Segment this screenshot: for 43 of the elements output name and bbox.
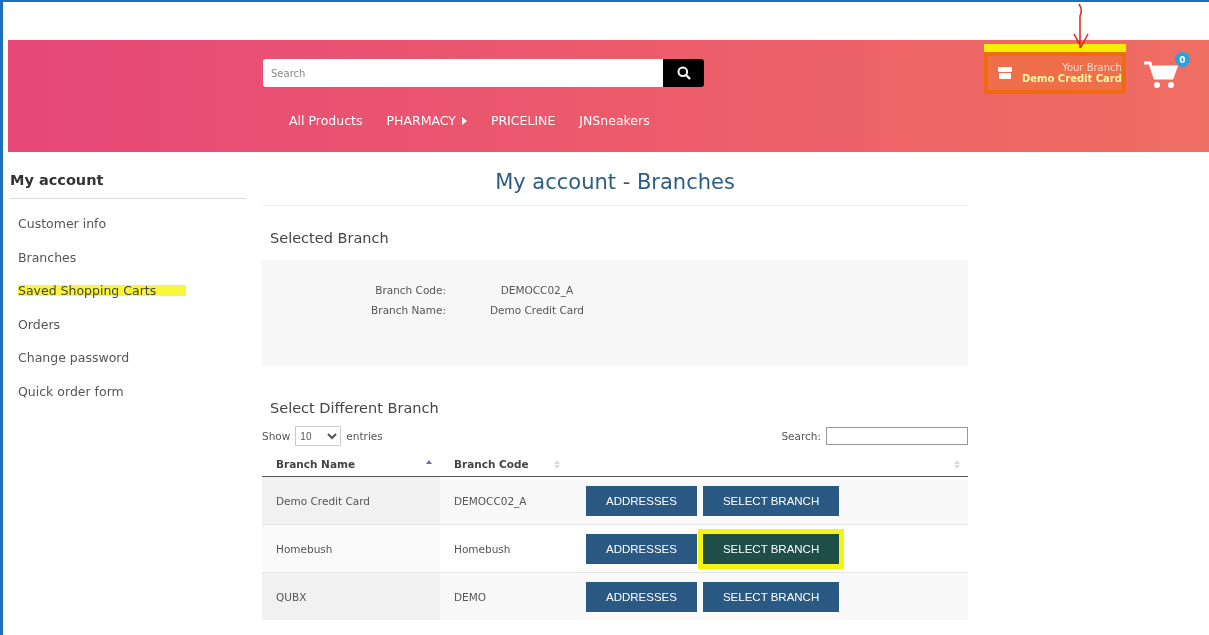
section-heading: Selected Branch xyxy=(269,229,390,246)
select-branch-button[interactable]: SELECT BRANCH xyxy=(702,485,840,516)
branch-name: Demo Credit Card xyxy=(1022,73,1122,84)
search-icon xyxy=(676,66,691,80)
section-heading: Select Different Branch xyxy=(269,399,440,416)
sidebar-link[interactable]: Customer info xyxy=(18,216,107,231)
table-cell: Demo Credit Card xyxy=(276,494,370,507)
sidebar-link[interactable]: Branches xyxy=(18,249,77,265)
annotation-arrow xyxy=(1073,4,1089,50)
page-title: My account - Branches xyxy=(262,170,968,206)
cart-icon xyxy=(1144,60,1178,90)
sidebar-link[interactable]: Quick order form xyxy=(18,383,124,399)
search-button[interactable] xyxy=(663,59,704,87)
sidebar-link[interactable]: Change password xyxy=(18,350,130,365)
table-cell: Homebush xyxy=(276,542,333,555)
table-cell: DEMO xyxy=(454,590,487,603)
cart-count: 0 xyxy=(1175,52,1190,67)
branch-caption: Your Branch xyxy=(1062,62,1122,73)
field-label: Branch Code: xyxy=(374,284,446,298)
sidebar-link[interactable]: Orders xyxy=(18,316,61,332)
table-search-field[interactable] xyxy=(826,427,968,445)
column-header[interactable]: Branch Code xyxy=(454,458,529,470)
addresses-button[interactable]: ADDRESSES xyxy=(586,533,697,564)
field-value: DEMOCC02_A xyxy=(499,284,575,299)
sidebar-title: My account xyxy=(10,172,246,199)
show-label: Show xyxy=(262,430,291,442)
nav-link[interactable]: All Products xyxy=(289,113,363,128)
addresses-button[interactable]: ADDRESSES xyxy=(586,581,697,612)
field-label: Branch Name: xyxy=(370,304,446,318)
field-value: Demo Credit Card xyxy=(489,304,585,318)
table-cell: Homebush xyxy=(454,542,511,555)
entries-label: entries xyxy=(346,430,383,442)
addresses-button[interactable]: ADDRESSES xyxy=(586,485,697,516)
table-cell: DEMOCC02_A xyxy=(454,494,527,507)
search-label: Search: xyxy=(781,430,821,442)
page-size-dropdown[interactable]: 10 xyxy=(295,426,342,446)
sidebar-link[interactable]: Saved Shopping Carts xyxy=(18,283,187,298)
nav-link[interactable]: PHARMACY xyxy=(386,113,467,128)
column-header[interactable]: Branch Name xyxy=(276,458,356,470)
table-cell: QUBX xyxy=(276,590,307,603)
search-field[interactable]: Search xyxy=(263,59,663,87)
store-icon xyxy=(998,67,1012,79)
select-branch-button[interactable]: SELECT BRANCH xyxy=(702,581,840,612)
